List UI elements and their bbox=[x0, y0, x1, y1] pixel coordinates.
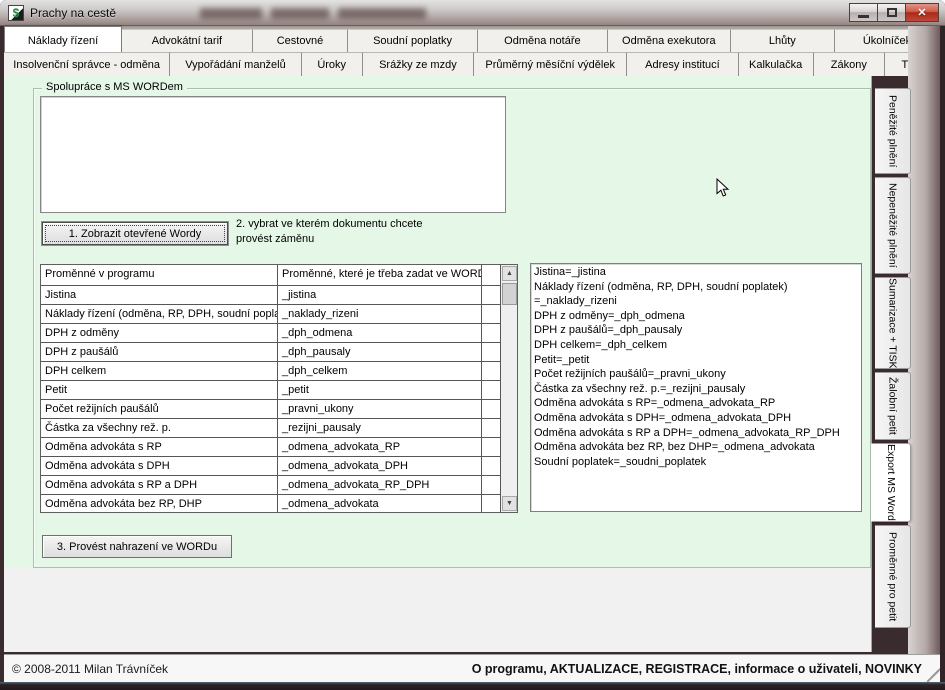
status-bar: © 2008-2011 Milan Trávníček O programu, … bbox=[4, 654, 940, 682]
cell-program: Odměna advokáta s DPH bbox=[41, 457, 278, 475]
about-links-text[interactable]: O programu, AKTUALIZACE, REGISTRACE, inf… bbox=[472, 655, 922, 683]
tab-odmena-notare[interactable]: Odměna notáře bbox=[478, 29, 608, 52]
cell-program: Jistina bbox=[41, 286, 278, 304]
cell-program: Petit bbox=[41, 381, 278, 399]
cell-word: _odmena_advokata_RP bbox=[278, 438, 482, 456]
cell-program: Náklady řízení (odměna, RP, DPH, soudní … bbox=[41, 305, 278, 323]
tab-naklady-rizeni[interactable]: Náklady řízení bbox=[4, 26, 122, 52]
step2-line1: 2. vybrat ve kterém dokumentu chcete bbox=[236, 218, 422, 230]
cell-word: _dph_odmena bbox=[278, 324, 482, 342]
cell-program: Odměna advokáta s RP bbox=[41, 438, 278, 456]
tab-advokatni-tarif[interactable]: Advokátní tarif bbox=[122, 29, 253, 52]
tab-odmena-exekutora[interactable]: Odměna exekutora bbox=[608, 29, 731, 52]
export-ms-word-page: Spolupráce s MS WORDem 1. Zobrazit otevř… bbox=[4, 76, 872, 652]
table-row[interactable]: Částka za všechny rež. p._rezijni_pausal… bbox=[41, 419, 517, 438]
tab-vyporadani-manzelu[interactable]: Vypořádání manželů bbox=[170, 52, 301, 76]
scroll-down-icon[interactable]: ▼ bbox=[502, 496, 517, 511]
side-tab-penezite-plneni[interactable]: Peněžité plnění bbox=[875, 88, 911, 174]
table-row[interactable]: Náklady řízení (odměna, RP, DPH, soudní … bbox=[41, 305, 517, 324]
window-bottom-frame bbox=[0, 682, 945, 690]
variables-table[interactable]: Proměnné v programu Proměnné, které je t… bbox=[40, 264, 518, 513]
side-tab-zalobni-petit[interactable]: Žalobní petit bbox=[875, 372, 911, 440]
cell-program: Odměna advokáta s RP a DPH bbox=[41, 476, 278, 494]
page-bottom-area bbox=[4, 568, 871, 652]
close-button[interactable]: ✕ bbox=[905, 3, 939, 22]
open-words-listbox[interactable] bbox=[40, 96, 506, 213]
column-header-program[interactable]: Proměnné v programu bbox=[41, 265, 278, 285]
title-bar[interactable]: $ Prachy na cestě ✕ bbox=[0, 0, 945, 26]
side-tab-export-ms-word[interactable]: Export MS Word bbox=[871, 443, 911, 522]
window-left-frame bbox=[0, 26, 4, 682]
app-icon: $ bbox=[8, 5, 24, 21]
tab-lhuty[interactable]: Lhůty bbox=[731, 29, 835, 52]
maximize-button[interactable] bbox=[877, 3, 906, 22]
table-row[interactable]: Odměna advokáta s DPH_odmena_advokata_DP… bbox=[41, 457, 517, 476]
scroll-up-icon[interactable]: ▲ bbox=[502, 266, 517, 281]
window-title: Prachy na cestě bbox=[30, 0, 116, 26]
cell-program: Částka za všechny rež. p. bbox=[41, 419, 278, 437]
close-icon: ✕ bbox=[917, 6, 926, 19]
tab-adresy-instituci[interactable]: Adresy institucí bbox=[627, 52, 738, 76]
side-tab-promenne-pro-petit[interactable]: Proměnné pro petit bbox=[875, 525, 911, 628]
tab-soudni-poplatky[interactable]: Soudní poplatky bbox=[348, 29, 478, 52]
minimize-button[interactable] bbox=[849, 3, 878, 22]
table-row[interactable]: Odměna advokáta bez RP, DHP_odmena_advok… bbox=[41, 495, 517, 513]
table-row[interactable]: Počet režijních paušálů_pravni_ukony bbox=[41, 400, 517, 419]
table-row[interactable]: Petit_petit bbox=[41, 381, 517, 400]
tab-srazky-ze-mzdy[interactable]: Srážky ze mzdy bbox=[363, 52, 474, 76]
top-tab-strip: Náklady řízení Advokátní tarif Cestovné … bbox=[4, 26, 940, 76]
table-row[interactable]: DPH celkem_dph_celkem bbox=[41, 362, 517, 381]
cell-program: Odměna advokáta bez RP, DHP bbox=[41, 495, 278, 513]
cell-program: DPH z odměny bbox=[41, 324, 278, 342]
table-row[interactable]: DPH z odměny_dph_odmena bbox=[41, 324, 517, 343]
copyright-text: © 2008-2011 Milan Trávníček bbox=[12, 655, 168, 683]
tab-row-1: Náklady řízení Advokátní tarif Cestovné … bbox=[4, 26, 940, 52]
cell-program: DPH celkem bbox=[41, 362, 278, 380]
redacted-text bbox=[200, 8, 435, 19]
tab-zakony[interactable]: Zákony bbox=[814, 52, 885, 76]
tab-uroky[interactable]: Úroky bbox=[302, 52, 363, 76]
side-tab-nepenezite-plneni[interactable]: Nepeněžité plnění bbox=[875, 177, 911, 274]
cell-word: _petit bbox=[278, 381, 482, 399]
cell-program: Počet režijních paušálů bbox=[41, 400, 278, 418]
window-right-edge bbox=[940, 26, 945, 682]
cell-program: DPH z paušálů bbox=[41, 343, 278, 361]
side-tab-strip: Peněžité plnění Nepeněžité plnění Sumari… bbox=[872, 88, 913, 628]
table-header-row: Proměnné v programu Proměnné, které je t… bbox=[41, 265, 517, 286]
groupbox-title: Spolupráce s MS WORDem bbox=[42, 81, 187, 93]
step2-instruction: 2. vybrat ve kterém dokumentu chcete prov… bbox=[236, 217, 516, 247]
replace-in-word-button[interactable]: 3. Provést nahrazení ve WORDu bbox=[42, 535, 232, 558]
scrollbar-thumb[interactable] bbox=[502, 283, 517, 305]
app-window: $ Prachy na cestě ✕ Náklady řízení Advok… bbox=[0, 0, 945, 690]
cell-word: _odmena_advokata bbox=[278, 495, 482, 513]
mapping-text-panel[interactable]: Jistina=_jistina Náklady řízení (odměna,… bbox=[530, 263, 862, 512]
mouse-cursor-icon bbox=[716, 178, 730, 204]
cell-word: _dph_pausaly bbox=[278, 343, 482, 361]
cell-word: _odmena_advokata_RP_DPH bbox=[278, 476, 482, 494]
tab-row-2: Insolvenční správce - odměna Vypořádání … bbox=[4, 52, 940, 76]
cell-word: _rezijni_pausaly bbox=[278, 419, 482, 437]
show-open-words-button[interactable]: 1. Zobrazit otevřené Wordy bbox=[42, 222, 228, 245]
tab-insolvencni-spravce[interactable]: Insolvenční správce - odměna bbox=[4, 52, 170, 76]
cell-word: _pravni_ukony bbox=[278, 400, 482, 418]
side-tab-sumarizace-tisk[interactable]: Sumarizace + TISK bbox=[875, 277, 911, 369]
cell-word: _jistina bbox=[278, 286, 482, 304]
cell-word: _odmena_advokata_DPH bbox=[278, 457, 482, 475]
tab-prumerny-vydelek[interactable]: Průměrný měsíční výdělek bbox=[474, 52, 627, 76]
tab-cestovne[interactable]: Cestovné bbox=[253, 29, 348, 52]
column-header-word[interactable]: Proměnné, které je třeba zadat ve WORDu bbox=[278, 265, 482, 285]
table-row[interactable]: Odměna advokáta s RP a DPH_odmena_advoka… bbox=[41, 476, 517, 495]
table-row[interactable]: Odměna advokáta s RP_odmena_advokata_RP bbox=[41, 438, 517, 457]
maximize-icon bbox=[887, 8, 897, 17]
table-row[interactable]: Jistina_jistina bbox=[41, 286, 517, 305]
cell-word: _naklady_rizeni bbox=[278, 305, 482, 323]
table-scrollbar[interactable]: ▲ ▼ bbox=[500, 265, 517, 512]
minimize-icon bbox=[858, 15, 869, 18]
table-row[interactable]: DPH z paušálů_dph_pausaly bbox=[41, 343, 517, 362]
cell-word: _dph_celkem bbox=[278, 362, 482, 380]
resize-grip-icon[interactable] bbox=[925, 667, 937, 679]
tab-kalkulacka[interactable]: Kalkulačka bbox=[739, 52, 814, 76]
step2-line2: provést záměnu bbox=[236, 233, 314, 245]
